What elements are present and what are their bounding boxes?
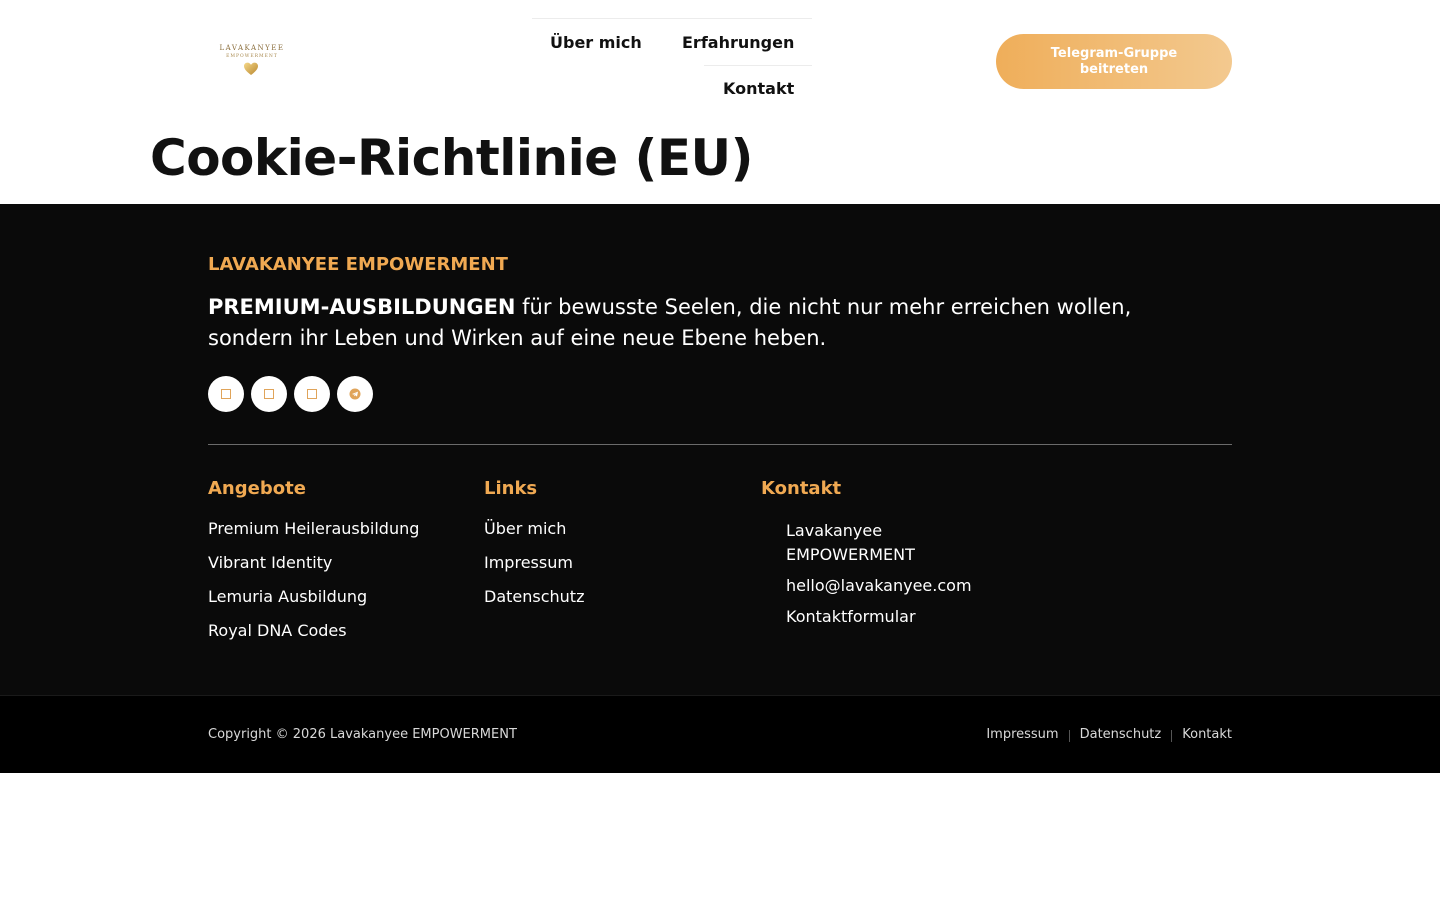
contact-form-link[interactable]: Kontaktformular [761,605,1011,629]
contact-email[interactable]: hello@lavakanyee.com [761,574,1011,598]
contact-company[interactable]: Lavakanyee EMPOWERMENT [761,519,921,567]
footer-link-vibrant-identity[interactable]: Vibrant Identity [208,553,419,572]
footer-brand: LAVAKANYEE EMPOWERMENT [208,254,508,275]
footer-bottom-bar: Copyright © 2026 Lavakanyee EMPOWERMENT … [0,695,1440,773]
page-title: Cookie-Richtlinie (EU) [150,129,754,187]
social-links [208,376,373,412]
footer-link-royal-dna-codes[interactable]: Royal DNA Codes [208,621,419,640]
social-telegram[interactable] [337,376,373,412]
telegram-icon [349,388,361,400]
footer-link-ueber-mich[interactable]: Über mich [484,519,584,538]
youtube-icon [307,389,317,399]
column-title-links: Links [484,478,538,499]
footer-column-links: Links Über mich Impressum Datenschutz [484,478,584,621]
nav-item-ueber-mich[interactable]: Über mich [550,33,642,52]
footer-column-offers: Angebote Premium Heilerausbildung Vibran… [208,478,419,655]
legal-link-kontakt[interactable]: Kontakt [1182,727,1232,742]
footer-link-lemuria-ausbildung[interactable]: Lemuria Ausbildung [208,587,419,606]
tagline-highlight: PREMIUM-AUSBILDUNGEN [208,295,516,319]
main-nav: Über mich Erfahrungen Kontakt [532,18,812,110]
legal-link-datenschutz[interactable]: Datenschutz [1080,727,1162,742]
legal-separator [1171,730,1173,742]
site-header: LAVAKANYEE EMPOWERMENT Über mich Erfahru… [0,0,1440,115]
footer-tagline: PREMIUM-AUSBILDUNGEN für bewusste Seelen… [208,292,1218,354]
legal-links: Impressum Datenschutz Kontakt [986,727,1232,742]
social-facebook[interactable] [208,376,244,412]
footer-link-premium-heilerausbildung[interactable]: Premium Heilerausbildung [208,519,419,538]
logo-subtitle: EMPOWERMENT [226,54,278,59]
instagram-icon [264,389,274,399]
legal-separator [1068,730,1070,742]
telegram-join-button[interactable]: Telegram-Gruppe beitreten [996,34,1232,89]
social-youtube[interactable] [294,376,330,412]
nav-divider-middle [704,65,812,66]
facebook-icon [221,389,231,399]
nav-item-kontakt[interactable]: Kontakt [723,79,794,98]
social-instagram[interactable] [251,376,287,412]
copyright: Copyright © 2026 Lavakanyee EMPOWERMENT [208,727,517,742]
footer-link-datenschutz[interactable]: Datenschutz [484,587,584,606]
legal-link-impressum[interactable]: Impressum [986,727,1058,742]
heart-icon [244,62,258,75]
site-logo[interactable]: LAVAKANYEE EMPOWERMENT [208,44,296,80]
footer-link-impressum[interactable]: Impressum [484,553,584,572]
nav-item-erfahrungen[interactable]: Erfahrungen [682,33,794,52]
column-title-contact: Kontakt [761,478,842,499]
site-footer: LAVAKANYEE EMPOWERMENT PREMIUM-AUSBILDUN… [0,204,1440,695]
logo-title: LAVAKANYEE [219,44,285,52]
column-title-offers: Angebote [208,478,306,499]
footer-divider [208,444,1232,445]
nav-divider-top [532,18,812,19]
footer-column-contact: Kontakt Lavakanyee EMPOWERMENT hello@lav… [761,478,1011,636]
